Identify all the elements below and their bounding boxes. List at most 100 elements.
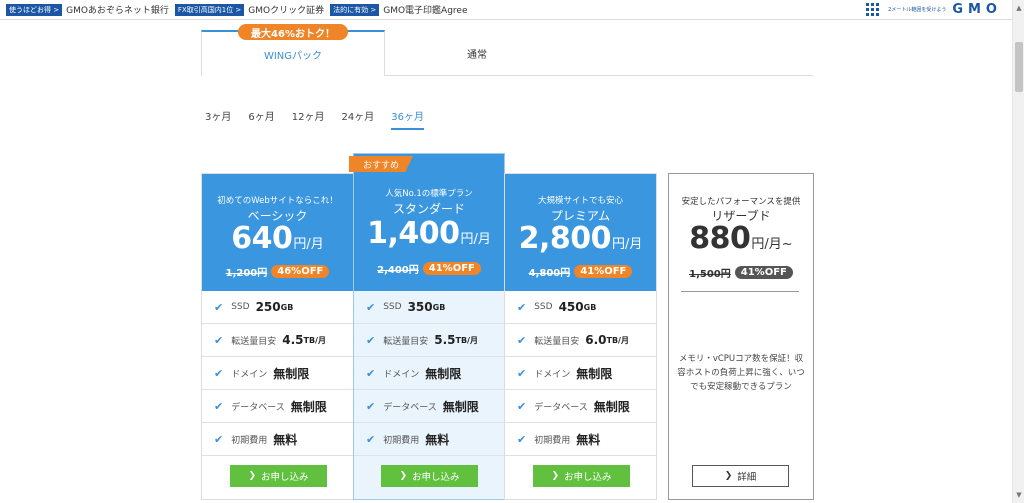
feature-label: データベース bbox=[534, 402, 588, 413]
feature-value: 4.5 bbox=[282, 333, 304, 347]
feature-label: ドメイン bbox=[534, 369, 571, 380]
feature-value: 無制限 bbox=[593, 399, 630, 414]
feature-unit: GB bbox=[583, 302, 597, 312]
chevron-right-icon: ❯ bbox=[399, 471, 408, 481]
apply-button[interactable]: ❯ お申し込み bbox=[533, 465, 630, 487]
scroll-up-arrow-icon[interactable]: ▲ bbox=[1013, 2, 1024, 14]
check-icon: ✔ bbox=[517, 366, 527, 380]
feature-label: ドメイン bbox=[383, 369, 420, 380]
feature-ssd: ✔ SSD 250 GB bbox=[202, 291, 353, 324]
feature-unit: TB/月 bbox=[303, 335, 326, 345]
feature-label: データベース bbox=[383, 402, 437, 413]
feature-label: 初期費用 bbox=[231, 435, 268, 446]
feature-value: 6.0 bbox=[585, 333, 607, 347]
discount-badge: 41%OFF bbox=[422, 262, 481, 275]
feature-value: 無制限 bbox=[442, 399, 479, 414]
apply-button-label: お申し込み bbox=[564, 472, 612, 483]
chevron-right-icon: ❯ bbox=[551, 471, 560, 481]
feature-label: ドメイン bbox=[231, 369, 268, 380]
plan-discount: 1,500円 41%OFF bbox=[669, 265, 813, 280]
feature-label: SSD bbox=[383, 302, 402, 312]
plan-header: 大規模サイトでも安心 プレミアム 2,800 円/月 4,800円 41%OFF bbox=[505, 174, 656, 291]
feature-value: 無制限 bbox=[425, 366, 462, 381]
topbar-badge: 使うほどお得 > bbox=[6, 3, 63, 16]
price-unit: 円/月 bbox=[460, 232, 491, 247]
chevron-right-icon: ❯ bbox=[724, 471, 733, 481]
page-scrollbar[interactable]: ▲ ▼ bbox=[1012, 0, 1024, 503]
plan-tagline: 人気No.1の標準プラン bbox=[385, 189, 473, 199]
discount-badge: 41%OFF bbox=[734, 266, 793, 279]
feature-label: データベース bbox=[231, 402, 285, 413]
grid-menu-icon[interactable] bbox=[866, 2, 880, 17]
gmo-logo[interactable]: GMO bbox=[952, 2, 1002, 17]
check-icon: ✔ bbox=[517, 399, 527, 413]
plan-card-reserved: 安定したパフォーマンスを提供 リザーブド 880 円/月~ 1,500円 41%… bbox=[668, 173, 814, 500]
plan-price: 880 円/月~ bbox=[669, 221, 813, 256]
feature-label: SSD bbox=[534, 302, 553, 312]
feature-label: SSD bbox=[231, 302, 250, 312]
feature-database: ✔ データベース 無制限 bbox=[505, 390, 656, 423]
price-unit: 円/月 bbox=[612, 237, 643, 252]
price-unit: 円/月 bbox=[293, 237, 324, 252]
feature-unit: GB bbox=[432, 302, 446, 312]
plan-discount: 2,400円 41%OFF bbox=[354, 261, 504, 276]
apply-button-label: お申し込み bbox=[261, 472, 309, 483]
plan-description: メモリ・vCPUコア数を保証！収容ホストの負荷上昇に強く、いつでも安定稼動できる… bbox=[677, 354, 805, 392]
old-price: 1,200円 bbox=[225, 268, 268, 279]
scroll-thumb[interactable] bbox=[1015, 42, 1023, 92]
feature-domain: ✔ ドメイン 無制限 bbox=[354, 357, 504, 390]
feature-database: ✔ データベース 無制限 bbox=[202, 390, 353, 423]
topbar-link-agree[interactable]: 法的に有効 > GMO電子印鑑Agree bbox=[330, 3, 468, 16]
detail-button[interactable]: ❯ 詳細 bbox=[692, 465, 789, 487]
topbar-badge: 法的に有効 > bbox=[330, 3, 380, 16]
check-icon: ✔ bbox=[517, 333, 527, 347]
topbar-link-securities[interactable]: FX取引高国内1位 > GMOクリック証券 bbox=[174, 3, 325, 16]
topbar-link-label: GMOあおぞらネット銀行 bbox=[66, 6, 169, 16]
plan-price: 640 円/月 bbox=[202, 221, 353, 256]
topbar-link-label: GMOクリック証券 bbox=[248, 6, 325, 16]
check-icon: ✔ bbox=[214, 432, 224, 446]
plan-header: 初めてのWebサイトならこれ！ ベーシック 640 円/月 1,200円 46%… bbox=[202, 174, 353, 291]
price-amount: 2,800 bbox=[518, 221, 612, 256]
feature-value: 無制限 bbox=[290, 399, 327, 414]
feature-value: 350 bbox=[407, 300, 433, 314]
detail-button-label: 詳細 bbox=[737, 472, 757, 483]
feature-unit: TB/月 bbox=[606, 335, 629, 345]
scroll-down-arrow-icon[interactable]: ▼ bbox=[1013, 489, 1024, 501]
apply-button[interactable]: ❯ お申し込み bbox=[230, 465, 327, 487]
topbar-link-bank[interactable]: 使うほどお得 > GMOあおぞらネット銀行 bbox=[6, 3, 169, 16]
price-amount: 880 bbox=[689, 221, 751, 256]
topbar-link-label: GMO電子印鑑Agree bbox=[383, 6, 468, 16]
feature-initial-fee: ✔ 初期費用 無料 bbox=[505, 423, 656, 456]
feature-value: 無制限 bbox=[576, 366, 613, 381]
check-icon: ✔ bbox=[214, 399, 224, 413]
old-price: 2,400円 bbox=[377, 265, 419, 276]
feature-transfer: ✔ 転送量目安 6.0 TB/月 bbox=[505, 324, 656, 357]
feature-label: 転送量目安 bbox=[231, 336, 277, 347]
feature-value: 無料 bbox=[576, 432, 601, 447]
check-icon: ✔ bbox=[366, 300, 376, 314]
feature-value: 無制限 bbox=[273, 366, 310, 381]
period-12-months[interactable]: 12ヶ月 bbox=[292, 108, 325, 130]
plan-card-basic: 初めてのWebサイトならこれ！ ベーシック 640 円/月 1,200円 46%… bbox=[201, 173, 354, 500]
period-36-months[interactable]: 36ヶ月 bbox=[391, 108, 424, 130]
topbar-right: 2メートル範囲を受けよう GMO bbox=[866, 2, 1002, 17]
feature-value: 5.5 bbox=[434, 333, 456, 347]
apply-button[interactable]: ❯ お申し込み bbox=[381, 465, 478, 487]
recommended-badge: おすすめ bbox=[349, 156, 413, 172]
check-icon: ✔ bbox=[214, 366, 224, 380]
price-unit: 円/月~ bbox=[751, 237, 793, 252]
tab-normal[interactable]: 通常 bbox=[385, 30, 569, 76]
apply-button-label: お申し込み bbox=[412, 472, 460, 483]
plan-tagline: 大規模サイトでも安心 bbox=[537, 196, 623, 206]
old-price: 1,500円 bbox=[689, 269, 731, 280]
max-discount-badge: 最大46%おトク！ bbox=[238, 24, 348, 40]
feature-value: 無料 bbox=[425, 432, 450, 447]
gmo-tagline: 2メートル範囲を受けよう bbox=[888, 7, 947, 13]
period-3-months[interactable]: 3ヶ月 bbox=[205, 108, 231, 130]
period-24-months[interactable]: 24ヶ月 bbox=[341, 108, 374, 130]
check-icon: ✔ bbox=[214, 333, 224, 347]
feature-ssd: ✔ SSD 350 GB bbox=[354, 291, 504, 324]
feature-database: ✔ データベース 無制限 bbox=[354, 390, 504, 423]
period-6-months[interactable]: 6ヶ月 bbox=[248, 108, 274, 130]
